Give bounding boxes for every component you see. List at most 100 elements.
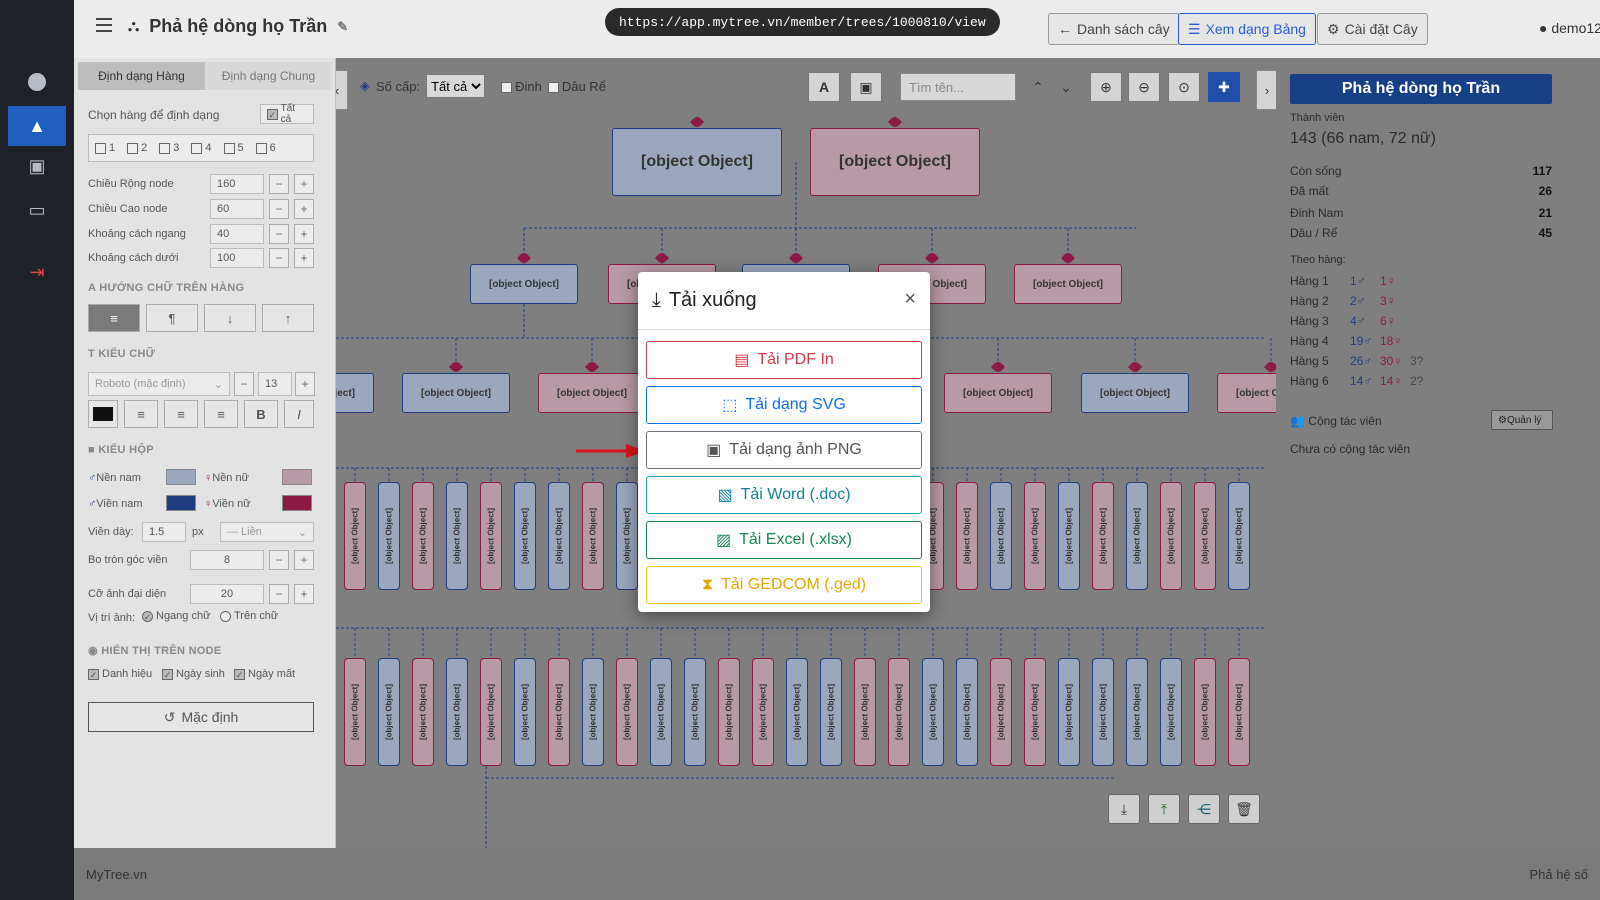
download-gedcom-button[interactable]: ⧗ Tải GEDCOM (.ged) [646, 566, 922, 604]
daure-checkbox[interactable]: Dâu Rể [547, 79, 606, 94]
node-height-plus[interactable]: + [294, 199, 314, 219]
show-title-checkbox[interactable]: Danh hiệu [88, 668, 152, 680]
row-checkbox-4[interactable]: 4 [191, 142, 212, 154]
text-dir-horizontal[interactable]: ≡ [88, 304, 140, 332]
center-button[interactable]: ⊙ [1168, 72, 1200, 102]
tree-node[interactable]: [object Object] [1194, 482, 1216, 590]
tree-node[interactable]: [object Object] [752, 658, 774, 766]
levels-select[interactable]: Tất cả [426, 74, 486, 98]
node-width-plus[interactable]: + [294, 174, 314, 194]
tree-node[interactable]: [object Object] [616, 482, 638, 590]
tree-node[interactable]: [object Object] [1058, 482, 1080, 590]
select-all-button[interactable]: Tất cả [260, 103, 314, 125]
tree-node[interactable]: [object Object] [1024, 658, 1046, 766]
tree-node[interactable]: [object Object] [1092, 482, 1114, 590]
tree-node[interactable]: [object Object] [990, 482, 1012, 590]
avatar[interactable] [8, 62, 66, 102]
vgap-plus[interactable]: + [294, 248, 314, 268]
reset-default-button[interactable]: ↺ Mặc định [88, 702, 314, 732]
text-dir-up[interactable]: ↑ [262, 304, 314, 332]
search-next-button[interactable]: ⌄ [1050, 72, 1082, 102]
tree-node[interactable]: [object Object] [344, 658, 366, 766]
tab-general-format[interactable]: Định dạng Chung [205, 62, 332, 90]
node-height-minus[interactable]: − [269, 199, 289, 219]
row-checkbox-2[interactable]: 2 [127, 142, 147, 154]
text-dir-paragraph[interactable]: ¶ [146, 304, 198, 332]
share-button[interactable]: ⋲ [1188, 794, 1220, 824]
tree-node[interactable]: [object Object] [1228, 482, 1250, 590]
tree-node[interactable]: [object Object] [956, 658, 978, 766]
table-view-button[interactable]: ☰ Xem dạng Bảng [1178, 13, 1316, 45]
radius-input[interactable]: 8 [190, 550, 264, 570]
tree-node[interactable]: [object Object] [786, 658, 808, 766]
image-position-horizontal[interactable]: Ngang chữ [142, 610, 210, 622]
tree-node[interactable]: [object Object] [582, 658, 604, 766]
text-mode-button[interactable]: A [808, 72, 840, 102]
hgap-minus[interactable]: − [269, 224, 289, 244]
font-size-input[interactable]: 13 [258, 372, 292, 396]
bg-male-swatch[interactable] [166, 469, 196, 485]
download-word-button[interactable]: ▧ Tải Word (.doc) [646, 476, 922, 514]
tree-node[interactable]: [object Object] [412, 482, 434, 590]
tree-node[interactable]: [object Object] [1228, 658, 1250, 766]
font-select[interactable]: Roboto (mặc định) ⌄ [88, 372, 230, 396]
text-color-picker[interactable] [88, 400, 118, 428]
tree-node[interactable]: [object Object] [1092, 658, 1114, 766]
tree-node[interactable]: [object Object] [1126, 482, 1148, 590]
close-button[interactable]: × [904, 288, 916, 311]
tree-node[interactable]: [object Object] [718, 658, 740, 766]
tree-node[interactable]: [object Object] [854, 658, 876, 766]
tree-node[interactable]: [object Object] [1081, 373, 1189, 413]
row-checkbox-1[interactable]: 1 [95, 142, 115, 154]
tree-node[interactable]: [object Object] [1014, 264, 1122, 304]
sidebar-item-logout[interactable]: ⇥ [8, 252, 66, 292]
align-center-button[interactable]: ≡ [164, 400, 198, 428]
tree-node[interactable]: [object Object] [344, 482, 366, 590]
tree-settings-button[interactable]: ⚙ Cài đặt Cây [1317, 13, 1428, 45]
border-width-input[interactable]: 1.5 [142, 522, 186, 542]
avatar-minus[interactable]: − [269, 584, 289, 604]
tree-node[interactable]: [object Object] [514, 658, 536, 766]
search-input[interactable]: Tìm tên... [900, 73, 1016, 101]
tree-node[interactable]: [object Object] [470, 264, 578, 304]
sidebar-item-gallery[interactable]: ▣ [8, 146, 66, 186]
tree-list-button[interactable]: ← Danh sách cây [1048, 13, 1180, 45]
edit-icon[interactable]: ✎ [337, 19, 348, 35]
tab-row-format[interactable]: Định dạng Hàng [78, 62, 205, 90]
tree-node[interactable]: [object Object] [810, 128, 980, 196]
avatar-size-input[interactable]: 20 [190, 584, 264, 604]
hgap-input[interactable]: 40 [210, 224, 264, 244]
tree-node[interactable]: [object Object] [1126, 658, 1148, 766]
zoom-in-button[interactable]: ⊕ [1090, 72, 1122, 102]
bold-button[interactable]: B [244, 400, 278, 428]
sidebar-item-billing[interactable]: ▭ [8, 190, 66, 230]
download-button[interactable]: ⤓ [1108, 794, 1140, 824]
vgap-input[interactable]: 100 [210, 248, 264, 268]
tree-node[interactable]: [object Object] [888, 658, 910, 766]
text-dir-down[interactable]: ↓ [204, 304, 256, 332]
avatar-plus[interactable]: + [294, 584, 314, 604]
delete-button[interactable]: 🗑 [1228, 794, 1260, 824]
tree-node[interactable]: [object Object] [944, 373, 1052, 413]
row-checkbox-5[interactable]: 5 [223, 142, 244, 154]
tree-node[interactable]: [object Object] [336, 373, 374, 413]
tree-node[interactable]: [object Object] [1058, 658, 1080, 766]
download-excel-button[interactable]: ▨ Tải Excel (.xlsx) [646, 521, 922, 559]
tree-node[interactable]: [object Object] [650, 658, 672, 766]
border-male-swatch[interactable] [166, 495, 196, 511]
tree-node[interactable]: [object Object] [956, 482, 978, 590]
row-checkbox-6[interactable]: 6 [255, 142, 276, 154]
tree-node[interactable]: [object Object] [684, 658, 706, 766]
download-pdf-button[interactable]: ▤ Tải PDF In [646, 341, 922, 379]
tree-node[interactable]: [object Object] [1160, 482, 1182, 590]
upload-button[interactable]: ⤒ [1148, 794, 1180, 824]
radius-minus[interactable]: − [269, 550, 289, 570]
tree-node[interactable]: [object Object] [612, 128, 782, 196]
download-png-button[interactable]: ▣ Tải dạng ảnh PNG [646, 431, 922, 469]
italic-button[interactable]: I [284, 400, 314, 428]
font-size-plus[interactable]: + [295, 372, 315, 396]
node-width-input[interactable]: 160 [210, 174, 264, 194]
tree-node[interactable]: [object Object] [538, 373, 646, 413]
tree-node[interactable]: [object Object] [514, 482, 536, 590]
tree-node[interactable]: [object Object] [378, 482, 400, 590]
